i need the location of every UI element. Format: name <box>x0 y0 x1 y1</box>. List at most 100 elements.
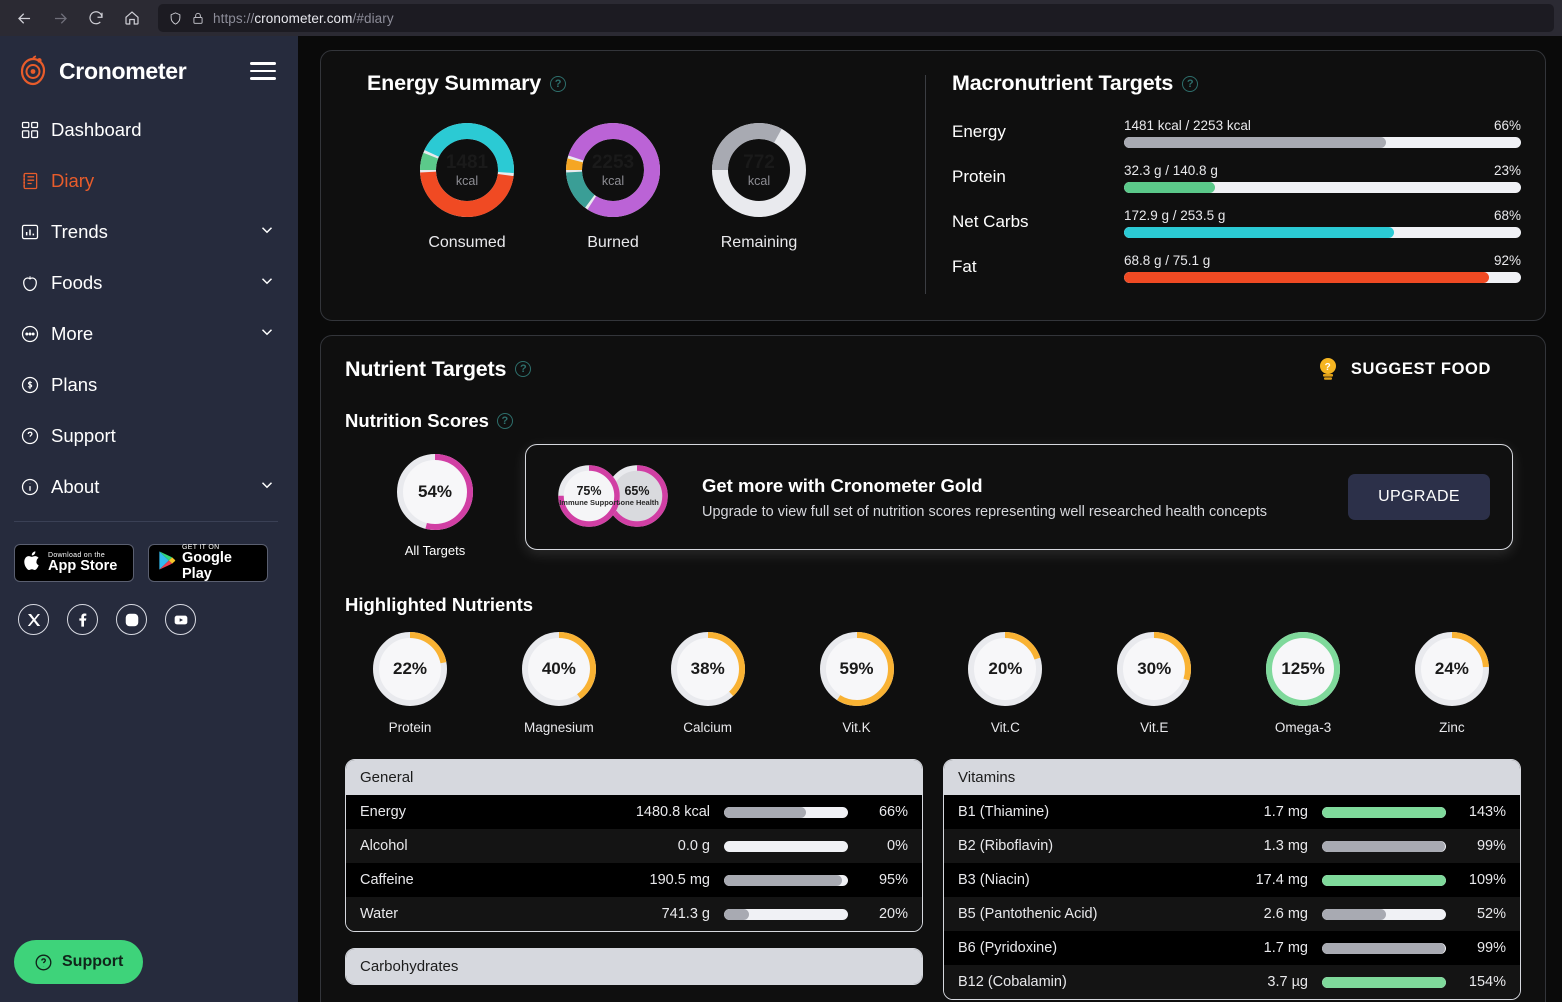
nutrient-progress-bar <box>1322 908 1446 920</box>
table-row[interactable]: Alcohol 0.0 g 0% <box>346 829 922 863</box>
mini-score-rings: 65% Bone Health 75% Immune Support <box>556 463 676 531</box>
sidebar-item-more[interactable]: More <box>0 316 298 352</box>
highlighted-nutrient-protein[interactable]: 22% Protein <box>363 630 457 735</box>
hamburger-menu-icon[interactable] <box>250 62 276 80</box>
chevron-down-icon[interactable] <box>258 272 276 295</box>
instagram-icon[interactable] <box>116 604 147 635</box>
forward-arrow-icon[interactable] <box>44 4 76 32</box>
nutrient-value: 741.3 g <box>661 906 710 922</box>
nutrient-percent: 99% <box>1476 838 1506 854</box>
help-icon[interactable]: ? <box>550 75 567 92</box>
nutrient-progress-bar <box>1322 942 1446 954</box>
table-row[interactable]: B12 (Cobalamin) 3.7 µg 154% <box>944 965 1520 999</box>
highlighted-nutrient-omega-3[interactable]: 125% Omega-3 <box>1256 630 1350 735</box>
app-store-badge[interactable]: Download on the App Store <box>14 544 134 582</box>
sidebar-item-plans[interactable]: Plans <box>0 367 298 403</box>
support-fab-label: Support <box>62 953 124 970</box>
back-arrow-icon[interactable] <box>8 4 40 32</box>
energy-summary-section: Energy Summary ? 1481 kcal Consumed 2253… <box>345 71 925 298</box>
highlighted-nutrient-vit-c[interactable]: 20% Vit.C <box>958 630 1052 735</box>
sidebar-nav: Dashboard Diary Trends Foods More Plans … <box>0 112 298 505</box>
nutrient-value: 190.5 mg <box>649 872 710 888</box>
highlighted-nutrient-magnesium[interactable]: 40% Magnesium <box>512 630 606 735</box>
macronutrient-targets-title: Macronutrient Targets ? <box>952 71 1199 96</box>
donut-burned: 2253 kcal Burned <box>565 122 661 252</box>
home-icon[interactable] <box>116 4 148 32</box>
nutrient-name: Alcohol <box>360 838 408 854</box>
nutrient-targets-card: Nutrient Targets ? ? SUGGEST FOOD Nutrit… <box>320 335 1546 1002</box>
macro-row: Energy 1481 kcal / 2253 kcal 66% <box>952 118 1521 148</box>
x-icon[interactable] <box>18 604 49 635</box>
sidebar-item-dashboard[interactable]: Dashboard <box>0 112 298 148</box>
google-play-text: GET IT ON Google Play <box>182 544 232 582</box>
donut-label: Remaining <box>720 234 798 251</box>
nutrient-label: Magnesium <box>523 720 594 735</box>
nutrient-percent: 125% <box>1281 659 1325 678</box>
nutrient-name: B5 (Pantothenic Acid) <box>958 906 1098 922</box>
brand-header: Cronometer <box>0 48 298 94</box>
address-bar[interactable]: https://cronometer.com/#diary <box>158 4 1554 32</box>
chevron-down-icon[interactable] <box>258 221 276 244</box>
highlighted-nutrient-calcium[interactable]: 38% Calcium <box>661 630 755 735</box>
table-row[interactable]: Caffeine 190.5 mg 95% <box>346 863 922 897</box>
app-store-text: Download on the App Store <box>48 551 118 575</box>
sidebar: Cronometer Dashboard Diary Trends Foods … <box>0 36 298 1002</box>
highlighted-nutrient-zinc[interactable]: 24% Zinc <box>1405 630 1499 735</box>
nutrient-ring: 125% <box>1264 630 1342 708</box>
table-row[interactable]: Water 741.3 g 20% <box>346 897 922 931</box>
google-play-badge[interactable]: GET IT ON Google Play <box>148 544 268 582</box>
macro-amount: 172.9 g / 253.5 g <box>1124 208 1226 223</box>
nutrient-value: 1.3 mg <box>1263 838 1308 854</box>
sidebar-item-about[interactable]: About <box>0 469 298 505</box>
nutrient-tables: General Energy 1480.8 kcal 66% Alcohol 0.0 g 0… <box>345 759 1521 1002</box>
support-chat-button[interactable]: Support <box>14 940 144 984</box>
table-row[interactable]: B5 (Pantothenic Acid) 2.6 mg 52% <box>944 897 1520 931</box>
help-icon[interactable]: ? <box>1182 75 1199 92</box>
upgrade-button[interactable]: UPGRADE <box>1348 474 1490 520</box>
sidebar-item-trends[interactable]: Trends <box>0 214 298 250</box>
table-row[interactable]: B6 (Pyridoxine) 1.7 mg 99% <box>944 931 1520 965</box>
nutrient-percent: 143% <box>1468 804 1506 820</box>
macro-percent: 66% <box>1493 118 1521 133</box>
macro-row: Net Carbs 172.9 g / 253.5 g 68% <box>952 208 1521 238</box>
chevron-down-icon[interactable] <box>258 323 276 346</box>
donut-label: Burned <box>587 234 639 251</box>
nutrient-name: Caffeine <box>360 872 414 888</box>
sidebar-item-label: Support <box>51 425 116 446</box>
sidebar-item-support[interactable]: Support <box>0 418 298 454</box>
table-row[interactable]: B2 (Riboflavin) 1.3 mg 99% <box>944 829 1520 863</box>
nutrient-label: Zinc <box>1439 720 1465 735</box>
youtube-icon[interactable] <box>165 604 196 635</box>
sidebar-item-diary[interactable]: Diary <box>0 163 298 199</box>
nutrient-percent: 20% <box>878 906 908 922</box>
score-value: 54% <box>417 482 453 501</box>
table-row[interactable]: Energy 1480.8 kcal 66% <box>346 795 922 829</box>
donut-remaining: 772 kcal Remaining <box>711 122 807 252</box>
nutrient-ring: 38% <box>669 630 747 708</box>
nutrient-progress-bar <box>724 874 848 886</box>
google-play-icon <box>157 550 176 576</box>
highlighted-nutrient-vit-k[interactable]: 59% Vit.K <box>810 630 904 735</box>
macro-name: Net Carbs <box>952 212 1029 231</box>
energy-donuts: 1481 kcal Consumed 2253 kcal Burned 772 … <box>367 122 925 252</box>
nutrient-percent: 20% <box>988 659 1023 678</box>
macro-name: Fat <box>952 257 977 276</box>
facebook-icon[interactable] <box>67 604 98 635</box>
nutrient-ring: 24% <box>1413 630 1491 708</box>
help-icon[interactable]: ? <box>496 413 513 429</box>
highlighted-nutrient-vit-e[interactable]: 30% Vit.E <box>1107 630 1201 735</box>
reload-icon[interactable] <box>80 4 112 32</box>
chevron-down-icon[interactable] <box>258 476 276 499</box>
table-row[interactable]: B1 (Thiamine) 1.7 mg 143% <box>944 795 1520 829</box>
nutrient-name: B6 (Pyridoxine) <box>958 940 1058 956</box>
sidebar-item-foods[interactable]: Foods <box>0 265 298 301</box>
help-icon[interactable]: ? <box>515 361 532 377</box>
macro-percent: 92% <box>1493 253 1521 268</box>
macronutrient-targets-section: Macronutrient Targets ? Energy 1481 kcal … <box>926 71 1521 298</box>
nutrient-percent: 154% <box>1468 974 1506 990</box>
table-row[interactable]: B3 (Niacin) 17.4 mg 109% <box>944 863 1520 897</box>
macro-progress-bar <box>1124 137 1521 148</box>
donut-center: 772 kcal <box>743 151 775 188</box>
suggest-food-button[interactable]: ? SUGGEST FOOD <box>1317 356 1521 382</box>
macro-row: Protein 32.3 g / 140.8 g 23% <box>952 163 1521 193</box>
